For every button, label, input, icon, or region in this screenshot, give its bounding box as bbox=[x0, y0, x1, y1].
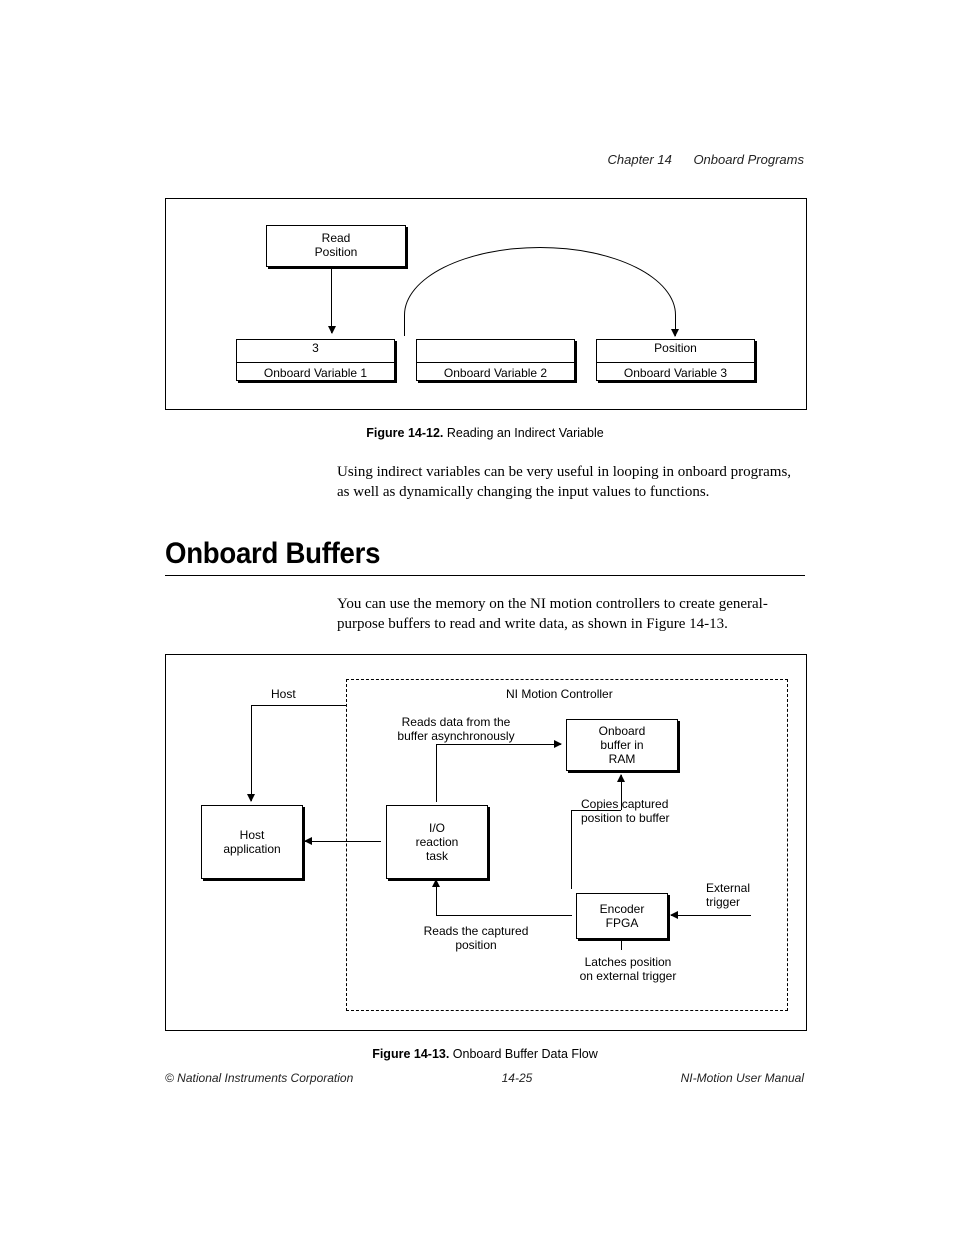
arrow-reads-cap-horiz bbox=[436, 915, 572, 916]
footer-page-number: 14-25 bbox=[502, 1071, 533, 1085]
arrow-copies-to-buffer bbox=[621, 775, 622, 810]
reads-captured-label: Reads the captured position bbox=[411, 924, 541, 953]
figure-14-12-diagram: Read Position 3 Onboard Variable 1 Onboa… bbox=[165, 198, 807, 410]
figure-14-13-diagram: Host NI Motion Controller Host applicati… bbox=[165, 654, 807, 1031]
arrow-read-to-ov3 bbox=[404, 247, 676, 336]
arrow-external-trigger bbox=[671, 915, 751, 916]
arrow-copies-stub-bottom bbox=[571, 888, 572, 889]
arrow-latch-stub bbox=[621, 940, 622, 950]
copies-captured-label: Copies captured position to buffer bbox=[581, 797, 711, 826]
read-position-box: Read Position bbox=[266, 225, 406, 267]
encoder-fpga-label: Encoder FPGA bbox=[577, 899, 667, 933]
arrow-io-to-buffer bbox=[491, 744, 561, 745]
onboard-buffer-label: Onboard buffer in RAM bbox=[567, 721, 677, 769]
host-application-label: Host application bbox=[202, 825, 302, 859]
page-footer: © National Instruments Corporation 14-25… bbox=[165, 1071, 804, 1085]
onboard-variable-3-box: Position Onboard Variable 3 bbox=[596, 339, 755, 381]
section-heading-onboard-buffers: Onboard Buffers bbox=[165, 537, 753, 571]
running-header: Chapter 14 Onboard Programs bbox=[607, 152, 804, 167]
arrow-read-to-ov1 bbox=[331, 269, 332, 333]
ov3-label: Onboard Variable 3 bbox=[597, 362, 754, 383]
footer-copyright: © National Instruments Corporation bbox=[165, 1071, 353, 1085]
ov1-label: Onboard Variable 1 bbox=[237, 362, 394, 383]
arrow-host-to-dash bbox=[251, 705, 346, 706]
figure-14-13-caption: Figure 14-13. Onboard Buffer Data Flow bbox=[165, 1047, 805, 1061]
read-position-label: Read Position bbox=[267, 229, 405, 263]
reads-async-label: Reads data from the buffer asynchronousl… bbox=[371, 715, 541, 744]
figure-14-12-caption: Figure 14-12. Reading an Indirect Variab… bbox=[165, 426, 805, 440]
arrow-host-io bbox=[305, 841, 381, 842]
host-application-box: Host application bbox=[201, 805, 303, 879]
arrow-copies-stub-left bbox=[571, 810, 621, 811]
host-label: Host bbox=[271, 687, 296, 701]
arrow-io-horiz1 bbox=[436, 744, 491, 745]
io-reaction-task-box: I/O reaction task bbox=[386, 805, 488, 879]
ov2-value bbox=[417, 338, 574, 362]
arrowhead-host-down bbox=[251, 800, 252, 801]
arrowhead-host-io-left bbox=[305, 841, 306, 842]
fig12-caption-text: Reading an Indirect Variable bbox=[443, 426, 603, 440]
onboard-variable-2-box: Onboard Variable 2 bbox=[416, 339, 575, 381]
external-trigger-label: External trigger bbox=[706, 881, 776, 910]
arrowhead-reads-cap-up bbox=[436, 880, 437, 881]
section-rule bbox=[165, 575, 805, 576]
fig13-caption-number: Figure 14-13. bbox=[372, 1047, 449, 1061]
fig12-caption-number: Figure 14-12. bbox=[366, 426, 443, 440]
ov1-value: 3 bbox=[237, 338, 394, 362]
footer-manual-title: NI-Motion User Manual bbox=[681, 1071, 804, 1085]
chapter-title: Onboard Programs bbox=[693, 152, 804, 167]
ov2-label: Onboard Variable 2 bbox=[417, 362, 574, 383]
paragraph-onboard-buffers: You can use the memory on the NI motion … bbox=[337, 594, 805, 635]
encoder-fpga-box: Encoder FPGA bbox=[576, 893, 668, 939]
chapter-label: Chapter 14 bbox=[607, 152, 671, 167]
io-reaction-task-label: I/O reaction task bbox=[387, 818, 487, 866]
ni-motion-controller-label: NI Motion Controller bbox=[506, 687, 613, 701]
latches-position-label: Latches position on external trigger bbox=[558, 955, 698, 984]
paragraph-indirect-variables: Using indirect variables can be very use… bbox=[337, 462, 805, 503]
onboard-variable-1-box: 3 Onboard Variable 1 bbox=[236, 339, 395, 381]
fig13-caption-text: Onboard Buffer Data Flow bbox=[449, 1047, 597, 1061]
ov3-value: Position bbox=[597, 338, 754, 362]
onboard-buffer-box: Onboard buffer in RAM bbox=[566, 719, 678, 771]
arrow-io-up bbox=[436, 744, 437, 802]
arrow-copies-vert bbox=[571, 810, 572, 888]
arrow-host-down bbox=[251, 705, 252, 800]
